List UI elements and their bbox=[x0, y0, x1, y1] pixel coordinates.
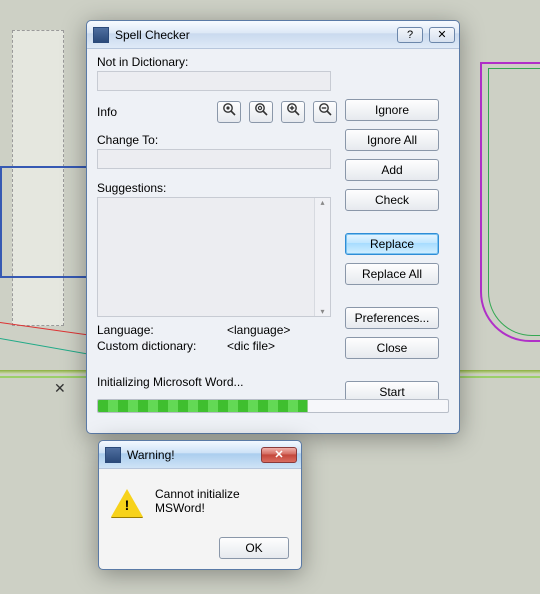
titlebar[interactable]: Warning! ✕ bbox=[99, 441, 301, 469]
label-custom-dictionary: Custom dictionary: bbox=[97, 339, 227, 353]
info-zoom-a-icon[interactable] bbox=[217, 101, 241, 123]
value-language: <language> bbox=[227, 323, 331, 337]
label-change-to: Change To: bbox=[97, 133, 337, 147]
value-custom-dictionary: <dic file> bbox=[227, 339, 331, 353]
replace-button[interactable]: Replace bbox=[345, 233, 439, 255]
warning-dialog: Warning! ✕ Cannot initialize MSWord! OK bbox=[98, 440, 302, 570]
close-button[interactable]: ✕ bbox=[261, 447, 297, 463]
zoom-out-icon[interactable] bbox=[313, 101, 337, 123]
zoom-in-icon[interactable] bbox=[281, 101, 305, 123]
change-to-input[interactable] bbox=[97, 149, 331, 169]
ignore-all-button[interactable]: Ignore All bbox=[345, 129, 439, 151]
warning-icon bbox=[111, 489, 143, 517]
titlebar[interactable]: Spell Checker ? ✕ bbox=[87, 21, 459, 49]
add-button[interactable]: Add bbox=[345, 159, 439, 181]
close-dialog-button[interactable]: Close bbox=[345, 337, 439, 359]
window-title: Warning! bbox=[127, 448, 255, 462]
app-icon bbox=[105, 447, 121, 463]
check-button[interactable]: Check bbox=[345, 189, 439, 211]
label-language: Language: bbox=[97, 323, 227, 337]
close-button[interactable]: ✕ bbox=[429, 27, 455, 43]
scrollbar[interactable]: ▴▾ bbox=[314, 198, 330, 316]
window-title: Spell Checker bbox=[115, 28, 391, 42]
preferences-button[interactable]: Preferences... bbox=[345, 307, 439, 329]
info-zoom-b-icon[interactable] bbox=[249, 101, 273, 123]
help-button[interactable]: ? bbox=[397, 27, 423, 43]
label-not-in-dictionary: Not in Dictionary: bbox=[97, 55, 337, 69]
app-icon bbox=[93, 27, 109, 43]
spell-checker-dialog: Spell Checker ? ✕ Not in Dictionary: Inf… bbox=[86, 20, 460, 434]
label-suggestions: Suggestions: bbox=[97, 181, 337, 195]
replace-all-button[interactable]: Replace All bbox=[345, 263, 439, 285]
ignore-button[interactable]: Ignore bbox=[345, 99, 439, 121]
suggestions-listbox[interactable]: ▴▾ bbox=[97, 197, 331, 317]
not-in-dictionary-field bbox=[97, 71, 331, 91]
progress-bar bbox=[97, 399, 449, 413]
label-info: Info bbox=[97, 105, 209, 119]
ok-button[interactable]: OK bbox=[219, 537, 289, 559]
warning-message: Cannot initialize MSWord! bbox=[155, 483, 289, 517]
